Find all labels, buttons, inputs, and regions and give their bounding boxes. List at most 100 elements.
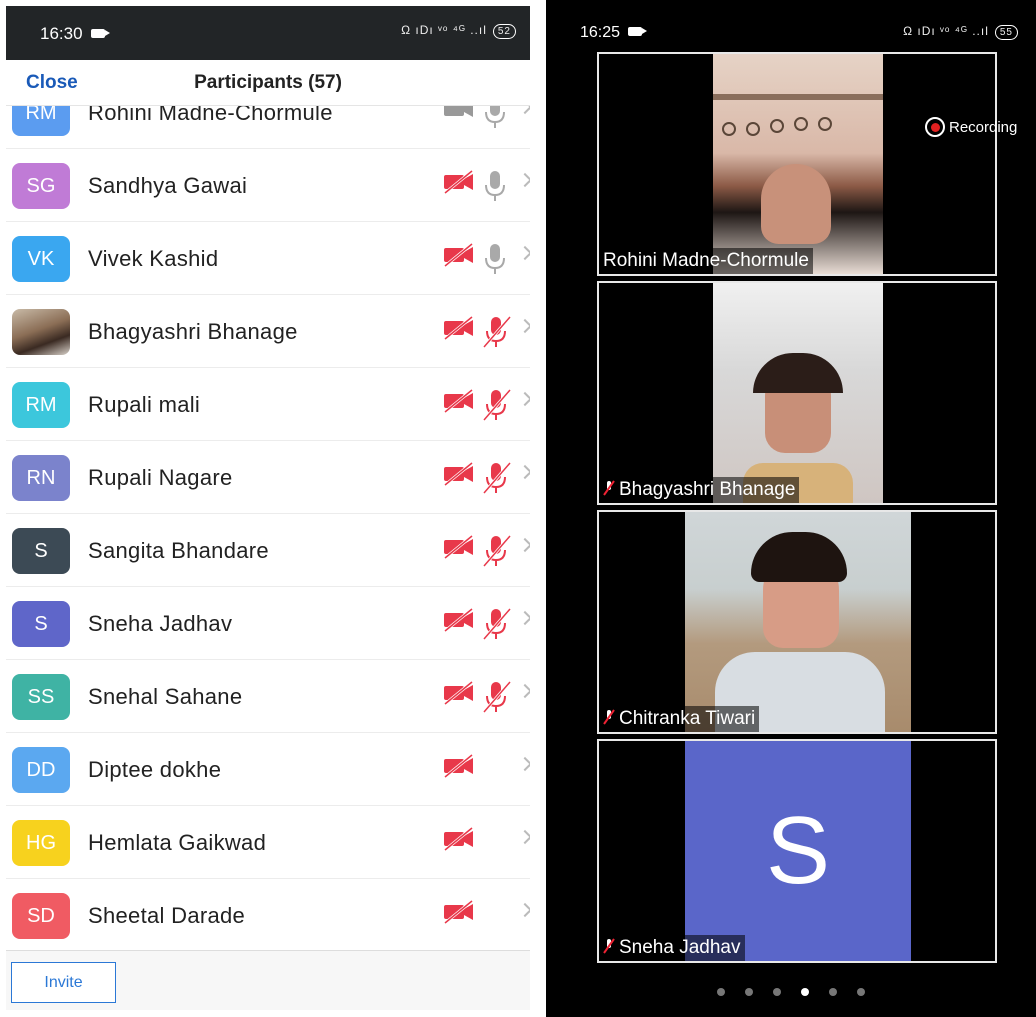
status-bar-right: 16:25 Ω ıDı ᵛᵒ ⁴ᴳ ..ıl 55 xyxy=(546,0,1036,50)
video-off-icon xyxy=(442,388,476,419)
avatar: RM xyxy=(12,106,70,136)
chevron-right-icon xyxy=(517,756,530,772)
wall-hooks-graphic xyxy=(713,94,883,136)
participants-panel: 16:30 Ω ıDı ᵛᵒ ⁴ᴳ ..ıl 52 Close Participa… xyxy=(0,0,546,1017)
chevron-right-icon xyxy=(517,245,530,261)
participants-header: Close Participants (57) xyxy=(6,60,530,106)
avatar-letter: S xyxy=(765,797,831,904)
chevron-right-icon xyxy=(517,172,530,188)
chevron-right-icon xyxy=(517,464,530,480)
participant-row[interactable]: RN Rupali Nagare xyxy=(6,441,530,514)
video-status-icon xyxy=(628,27,648,36)
participant-video xyxy=(713,283,883,503)
chevron-right-icon xyxy=(517,537,530,553)
record-icon xyxy=(925,117,945,137)
participant-hair xyxy=(753,353,843,393)
mic-icon xyxy=(482,106,508,135)
page-dot[interactable] xyxy=(773,988,781,996)
video-off-icon xyxy=(442,534,476,565)
page-dot[interactable] xyxy=(829,988,837,996)
page-dot[interactable] xyxy=(745,988,753,996)
avatar: HG xyxy=(12,820,70,866)
participant-row[interactable]: HG Hemlata Gaikwad xyxy=(6,806,530,879)
mic-muted-icon xyxy=(482,315,512,354)
status-bar: 16:30 Ω ıDı ᵛᵒ ⁴ᴳ ..ıl 52 xyxy=(6,6,530,60)
chevron-right-icon xyxy=(517,902,530,918)
participant-row[interactable]: VK Vivek Kashid xyxy=(6,222,530,295)
video-off-icon xyxy=(442,753,476,784)
participant-row[interactable]: Bhagyashri Bhanage xyxy=(6,295,530,368)
muted-mic-icon xyxy=(603,480,615,496)
video-off-icon xyxy=(442,680,476,711)
video-off-icon xyxy=(442,461,476,492)
recording-label: Recording xyxy=(949,118,1018,136)
participant-hair xyxy=(751,532,847,582)
participant-name: Sangita Bhandare xyxy=(88,538,269,563)
participant-row[interactable]: SD Sheetal Darade xyxy=(6,879,530,950)
video-off-icon xyxy=(442,169,476,200)
participant-list: RM Rohini Madne-Chormule SG Sandhya Gawai VK… xyxy=(6,106,530,950)
participant-row[interactable]: SG Sandhya Gawai xyxy=(6,149,530,222)
avatar: S xyxy=(12,528,70,574)
chevron-right-icon xyxy=(517,106,530,115)
video-icon xyxy=(442,106,476,127)
video-tile[interactable]: Rohini Madne-Chormule xyxy=(597,52,997,276)
chevron-right-icon xyxy=(517,683,530,699)
footer-bar: Invite xyxy=(6,950,530,1010)
video-off-icon xyxy=(442,826,476,857)
participant-name: Diptee dokhe xyxy=(88,757,222,782)
mic-muted-icon xyxy=(482,388,512,427)
participant-name: Sheetal Darade xyxy=(88,903,246,928)
page-dot[interactable] xyxy=(717,988,725,996)
participant-name: Sandhya Gawai xyxy=(88,173,248,198)
avatar-letter-tile: S xyxy=(685,741,911,961)
participant-name: Snehal Sahane xyxy=(88,684,243,709)
gallery-view: 16:25 Ω ıDı ᵛᵒ ⁴ᴳ ..ıl 55 Rohini Madne-Ch… xyxy=(546,0,1036,1017)
avatar: RN xyxy=(12,455,70,501)
video-status-icon xyxy=(90,29,110,38)
chevron-right-icon xyxy=(517,318,530,334)
chevron-right-icon xyxy=(517,391,530,407)
participant-row[interactable]: S Sneha Jadhav xyxy=(6,587,530,660)
participant-row[interactable]: S Sangita Bhandare xyxy=(6,514,530,587)
mic-muted-icon xyxy=(482,607,512,646)
avatar: RM xyxy=(12,382,70,428)
muted-mic-icon xyxy=(603,938,615,954)
video-tile[interactable]: Chitranka Tiwari xyxy=(597,510,997,734)
status-icons: Ω ıDı ᵛᵒ ⁴ᴳ ..ıl 55 xyxy=(903,24,1018,40)
participant-row[interactable]: RM Rupali mali xyxy=(6,368,530,441)
recording-indicator: Recording xyxy=(925,117,1017,137)
participant-name: Hemlata Gaikwad xyxy=(88,830,267,855)
page-indicator[interactable] xyxy=(546,988,1036,996)
participant-video xyxy=(685,512,911,732)
video-tile[interactable]: Bhagyashri Bhanage xyxy=(597,281,997,505)
mic-muted-icon xyxy=(482,461,512,500)
participant-name: Rupali mali xyxy=(88,392,201,417)
avatar: SS xyxy=(12,674,70,720)
mic-muted-icon xyxy=(482,680,512,719)
participant-row[interactable]: DD Diptee dokhe xyxy=(6,733,530,806)
page-dot[interactable] xyxy=(801,988,809,996)
participant-name: Vivek Kashid xyxy=(88,246,219,271)
video-tile[interactable]: S Sneha Jadhav xyxy=(597,739,997,963)
participant-name: Rohini Madne-Chormule xyxy=(88,106,333,125)
mic-muted-icon xyxy=(482,534,512,573)
video-off-icon xyxy=(442,899,476,930)
chevron-right-icon xyxy=(517,829,530,845)
battery-icon: 52 xyxy=(492,24,516,39)
tile-name: Sneha Jadhav xyxy=(599,935,745,961)
mic-icon xyxy=(482,242,508,281)
page-dot[interactable] xyxy=(857,988,865,996)
tile-name: Bhagyashri Bhanage xyxy=(599,477,800,503)
video-off-icon xyxy=(442,607,476,638)
muted-mic-icon xyxy=(603,709,615,725)
invite-button[interactable]: Invite xyxy=(11,962,116,1003)
status-icons: Ω ıDı ᵛᵒ ⁴ᴳ ..ıl 52 xyxy=(401,23,516,39)
status-time: 16:25 xyxy=(580,24,648,42)
participant-row[interactable]: RM Rohini Madne-Chormule xyxy=(6,106,530,149)
video-off-icon xyxy=(442,242,476,273)
avatar: DD xyxy=(12,747,70,793)
participant-row[interactable]: SS Snehal Sahane xyxy=(6,660,530,733)
avatar-photo xyxy=(12,309,70,355)
avatar: SD xyxy=(12,893,70,939)
